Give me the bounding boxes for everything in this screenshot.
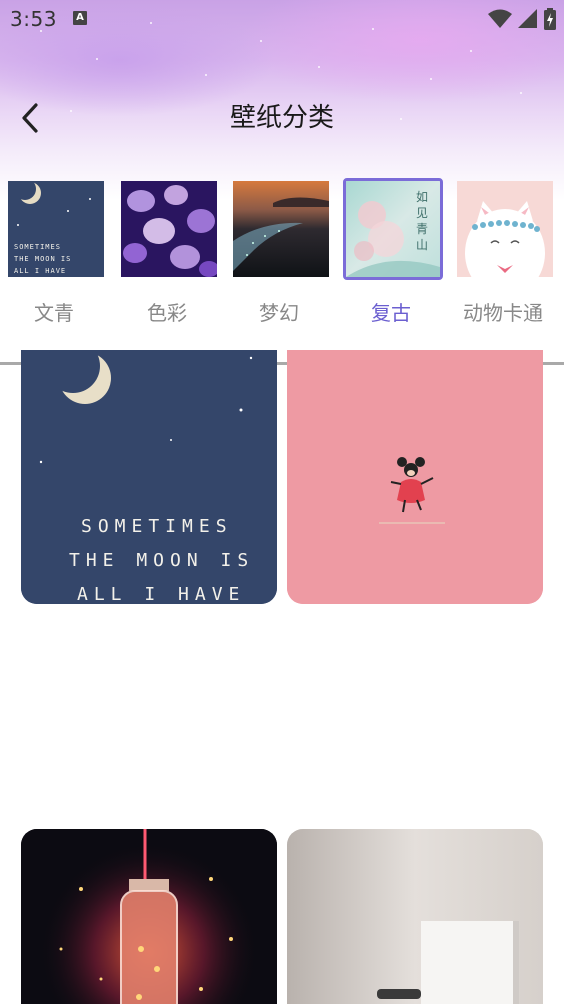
status-bar: 3:53 A (0, 0, 564, 38)
wallpaper-card[interactable] (287, 350, 543, 604)
a-notification-icon: A (73, 11, 87, 25)
category-thumb-menghuan (233, 181, 329, 277)
wallpaper-image (21, 829, 277, 1004)
wallpaper-image (287, 350, 543, 604)
category-label: 动物卡通 (463, 301, 543, 325)
category-thumb-secai (121, 181, 217, 277)
category-label: 文青 (34, 301, 74, 325)
status-icons (488, 8, 556, 30)
retro-vertical-text: 如见青山 (416, 190, 429, 252)
wifi-icon (488, 9, 512, 28)
category-strip[interactable]: SOMETIMES THE MOON IS ALL I HAVE 文青 色彩 梦… (0, 178, 564, 328)
wallpaper-card[interactable] (21, 829, 277, 1004)
page-title: 壁纸分类 (229, 103, 334, 133)
category-thumb-fugu: 如见青山 (343, 178, 443, 280)
status-time: 3:53 (10, 7, 57, 31)
category-label: 色彩 (147, 301, 187, 325)
category-label: 梦幻 (259, 301, 299, 325)
battery-charging-icon (544, 8, 556, 30)
wallpaper-card[interactable]: SOMETIMES THE MOON IS ALL I HAVE (21, 350, 277, 604)
signal-icon (518, 9, 537, 28)
wallpaper-image (287, 829, 543, 1004)
wallpaper-card[interactable] (287, 829, 543, 1004)
category-thumb-wenqing: SOMETIMES THE MOON IS ALL I HAVE (8, 181, 104, 277)
category-thumb-dongwukatong (457, 181, 553, 277)
category-label-active: 复古 (371, 301, 411, 325)
